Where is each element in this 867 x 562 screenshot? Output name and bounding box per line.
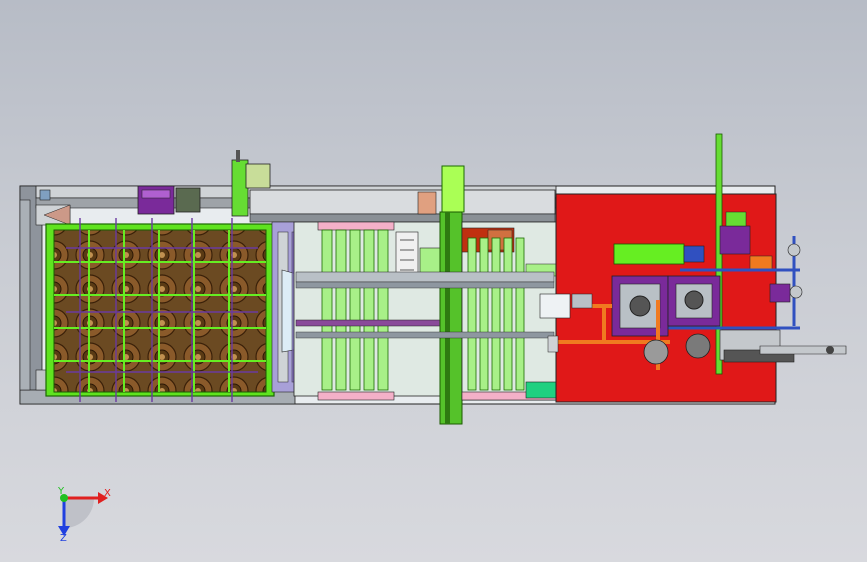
triad-z-label: Z: [60, 533, 67, 544]
cad-viewport[interactable]: X Y Z: [0, 0, 867, 562]
coil-tray: [45, 218, 275, 402]
winding-head-2: [667, 275, 721, 327]
triad-y-label: Y: [57, 486, 65, 497]
coordinate-triad-icon: X Y Z: [57, 486, 111, 544]
column-rack-1: [293, 221, 445, 401]
gantry-motor: [137, 185, 201, 215]
triad-x-label: X: [104, 488, 111, 499]
